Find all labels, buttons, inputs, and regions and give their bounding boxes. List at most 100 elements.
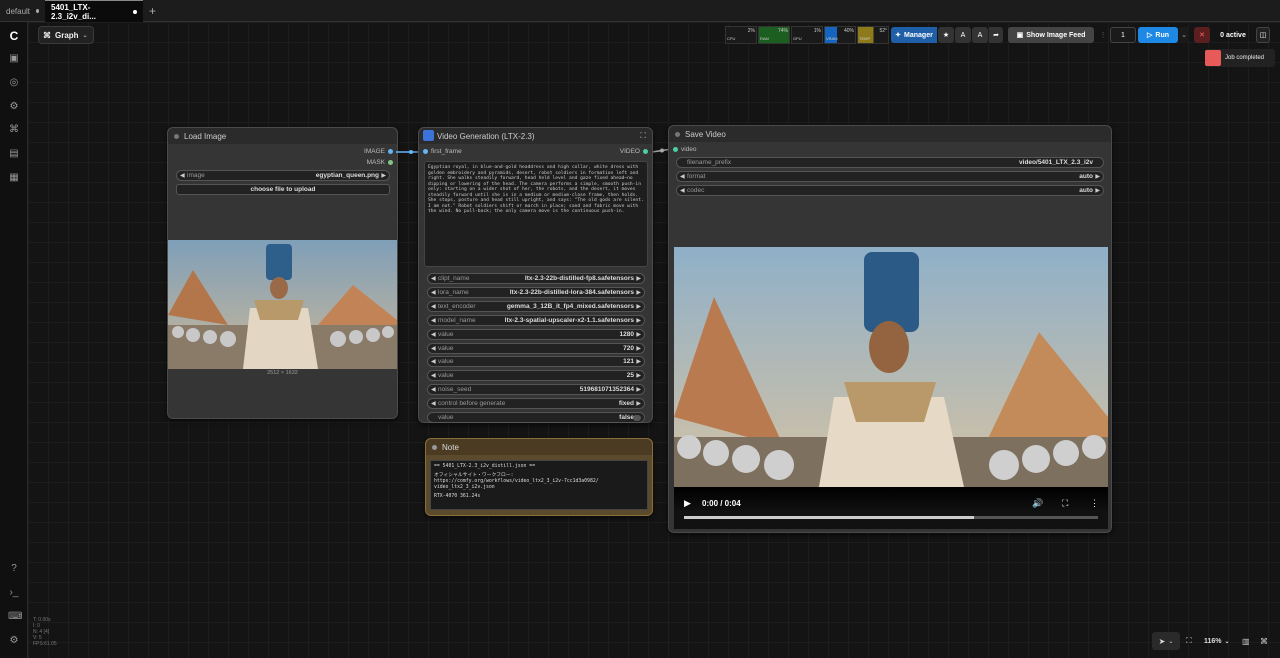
format-widget[interactable]: ◀ format auto ▶ [676,171,1104,182]
keyboard-icon[interactable]: ⌨ [8,611,22,623]
star-button[interactable]: ★ [938,27,954,43]
translate-alt-icon: A [977,31,983,39]
minimap-icon: ▥ [1242,636,1250,646]
widget-value[interactable]: ◀ value 1280 ▶ [427,328,645,340]
widget-value[interactable]: ◀ value 25 ▶ [427,370,645,382]
panel-toggle-button[interactable]: ◫ [1256,27,1270,43]
templates-icon[interactable]: ▦ [8,172,20,184]
left-sidebar: C ▣ ◎ ⚙ ⌘ ▤ ▦ ? ›_ ⌨ ⚙ [0,22,28,658]
active-queue-button[interactable]: 0 active [1214,27,1252,43]
close-icon: ✕ [1199,32,1205,39]
run-button[interactable]: ▷ Run [1138,27,1178,43]
load-image-node[interactable]: Load Image IMAGE MASK ◀ image egyptian_que… [167,127,398,419]
images-icon[interactable]: ▣ [8,53,20,65]
video-player[interactable]: ▶ 0:00 / 0:04 🔊 ⛶ ⋮ [674,247,1108,529]
vram-meter: 40% VRAM [824,26,856,44]
input-video-slot[interactable]: video [673,146,697,153]
output-video-slot[interactable]: VIDEO [620,148,648,155]
canvas-controls: ➤ ⌄ ⛶ 116% ⌄ ▥ ⌘ [1152,632,1274,650]
output-image-slot[interactable]: IMAGE [364,148,393,155]
widget-text_encoder[interactable]: ◀ text_encoder gemma_3_12B_it_fp4_mixed.sa… [427,300,645,312]
image-feed-icon: ▣ [1016,32,1024,39]
widget-lora_name[interactable]: ◀ lora_name ltx-2.3-22b-distilled-lora-384… [427,286,645,298]
video-controls: ▶ 0:00 / 0:04 🔊 ⛶ ⋮ [674,487,1108,529]
filename-prefix-widget[interactable]: filename_prefix video/5401_LTX_2.3_i2v [676,157,1104,168]
new-tab-button[interactable]: + [143,0,161,22]
node-title[interactable]: Load Image [168,128,397,144]
link-visibility-button[interactable]: ⌘ [1260,632,1270,650]
workflows-icon[interactable]: ▤ [8,148,20,160]
translate-button[interactable]: A [955,27,971,43]
graph-mode-button[interactable]: ⌘ Graph ⌄ [38,26,94,44]
widget-clipt_name[interactable]: ◀ clipt_name ltx-2.3-22b-distilled-fp8.saf… [427,273,645,284]
widget-model_name[interactable]: ◀ model_name ltx-2.3-spatial-upscaler-x2-1… [427,314,645,326]
settings-gear-icon[interactable]: ⚙ [8,635,20,647]
history-icon[interactable]: ◎ [8,77,20,89]
graph-icon: ⌘ [43,30,51,40]
node-title[interactable]: Video Generation (LTX-2.3) ⛶ [419,128,652,144]
comfy-logo-icon[interactable]: C [8,30,20,42]
expand-icon[interactable]: ⛶ [640,131,646,141]
node-title[interactable]: Save Video [669,126,1111,142]
tab-label: default [6,6,31,16]
cursor-icon: ➤ [1158,636,1166,646]
nodes-icon[interactable]: ⌘ [8,124,20,136]
select-tool-button[interactable]: ➤ ⌄ [1152,632,1180,650]
drag-handle[interactable]: ⋮ [1099,27,1107,43]
note-node[interactable]: Note == 5401_LTX-2.3_i2v_distill.json ==… [425,438,653,516]
volume-icon[interactable]: 🔊 [1032,498,1043,509]
zoom-select[interactable]: 116% ⌄ [1204,632,1234,650]
image-dimensions: 2512 × 1632 [267,370,298,376]
star-icon: ★ [942,32,950,39]
image-select-widget[interactable]: ◀ image egyptian_queen.png ▶ [176,170,390,181]
translate-alt-button[interactable]: A [972,27,988,43]
run-options-button[interactable]: ⌄ [1179,27,1189,43]
widget-control-before-generate[interactable]: ◀ control before generate fixed ▶ [427,398,645,410]
prompt-textarea[interactable]: Egyptian royal, in blue-and-gold headdre… [424,161,648,267]
more-options-icon[interactable]: ⋮ [1090,498,1099,509]
tab-unsaved-dot [133,9,137,14]
fit-view-button[interactable]: ⛶ [1186,632,1196,650]
widget-noise_seed[interactable]: ◀ noise_seed 519681071352364 ▶ [427,384,645,396]
save-video-node[interactable]: Save Video video filename_prefix video/54… [668,125,1112,533]
help-icon[interactable]: ? [8,563,20,575]
terminal-icon[interactable]: ›_ [8,587,20,599]
job-thumbnail-icon [1205,50,1221,66]
tab-default[interactable]: default [0,0,45,22]
minimap-button[interactable]: ▥ [1242,632,1252,650]
tab-bar: default 5401_LTX-2.3_i2v_di... + [0,0,1280,22]
link-icon: ⌘ [1260,636,1268,646]
widget-value[interactable]: ◀ value 121 ▶ [427,356,645,368]
queue-count-input[interactable]: 1 [1110,27,1136,43]
app-root: default 5401_LTX-2.3_i2v_di... + C ▣ ◎ ⚙… [0,0,1280,658]
widget-value[interactable]: value false [427,412,645,423]
video-progress-track[interactable] [684,516,1098,519]
fullscreen-icon[interactable]: ⛶ [1062,498,1068,509]
graph-label: Graph [55,30,79,40]
manager-button[interactable]: ✦ Manager [891,27,937,43]
widget-value[interactable]: ◀ value 720 ▶ [427,342,645,354]
cancel-button[interactable]: ✕ [1194,27,1210,43]
input-first-frame-slot[interactable]: first_frame [423,148,462,155]
note-text[interactable]: == 5401_LTX-2.3_i2v_distill.json == オフィシ… [430,460,648,510]
node-title[interactable]: Note [426,439,652,455]
share-icon: ➦ [993,32,999,39]
video-generation-node[interactable]: Video Generation (LTX-2.3) ⛶ first_frame … [418,127,653,423]
panel-icon: ◫ [1259,32,1267,39]
play-icon: ▷ [1147,32,1153,39]
gpu-meter: 1% GPU [791,26,823,44]
image-preview [168,240,397,369]
share-button[interactable]: ➦ [989,27,1003,43]
models-icon[interactable]: ⚙ [8,101,20,113]
upload-button[interactable]: choose file to upload [176,184,390,195]
puzzle-icon: ✦ [895,32,902,39]
show-image-feed-button[interactable]: ▣ Show Image Feed [1008,27,1094,43]
codec-widget[interactable]: ◀ codec auto ▶ [676,185,1104,196]
chevron-down-icon: ⌄ [1168,638,1174,645]
temp-meter: 52° TEMP [857,26,889,44]
drag-handle-icon: ⋮ [1099,32,1107,39]
chevron-down-icon: ⌄ [1181,32,1187,39]
job-completed-toast[interactable]: Job completed [1205,49,1275,67]
tab-workflow[interactable]: 5401_LTX-2.3_i2v_di... [45,0,143,22]
play-icon[interactable]: ▶ [684,498,691,509]
